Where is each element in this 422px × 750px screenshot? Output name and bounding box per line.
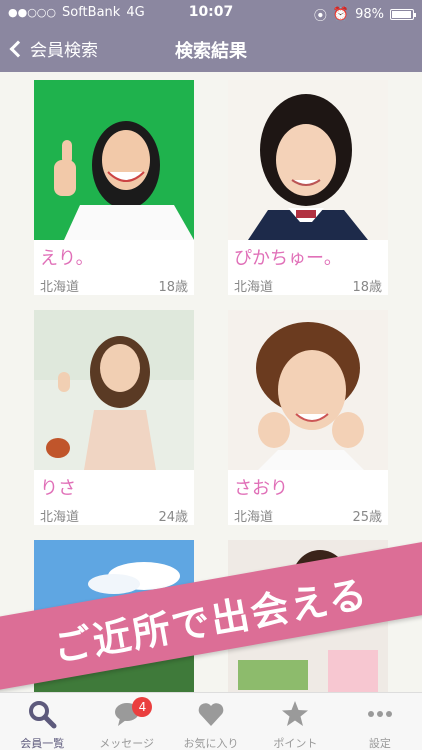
alarm-icon: ⏰ <box>332 7 350 22</box>
heart-icon <box>198 703 224 726</box>
member-photo <box>228 80 388 240</box>
member-name: さおり <box>234 478 288 499</box>
member-name: りさ <box>40 478 76 499</box>
tab-label: 会員一覧 <box>20 737 65 750</box>
member-prefecture: 北海道 <box>40 510 80 525</box>
member-age: 18歳 <box>158 280 188 295</box>
member-photo <box>34 80 194 240</box>
header: ●●○○○ SoftBank 4G 10:07 ⦿ ⏰ 98% 会員検索 検索結… <box>0 0 422 72</box>
search-icon <box>29 701 57 729</box>
member-card[interactable]: えり。 北海道 18歳 <box>34 80 194 295</box>
battery-icon <box>390 9 416 20</box>
status-bar: ●●○○○ SoftBank 4G 10:07 ⦿ ⏰ 98% <box>0 0 422 26</box>
member-card[interactable]: ぴかちゅー。 北海道 18歳 <box>228 80 388 295</box>
member-photo <box>228 310 388 470</box>
page-title: 検索結果 <box>175 41 247 62</box>
member-card[interactable]: りさ 北海道 24歳 <box>34 310 194 525</box>
tab-label: お気に入り <box>183 737 239 750</box>
member-name: ぴかちゅー。 <box>234 248 342 269</box>
member-age: 25歳 <box>352 510 382 525</box>
nav-bar: 会員検索 検索結果 <box>0 28 422 68</box>
tab-label: ポイント <box>273 737 318 750</box>
message-badge: 4 <box>132 697 153 717</box>
member-name: えり。 <box>40 248 94 269</box>
orientation-lock-icon: ⦿ <box>313 9 327 24</box>
tab-messages[interactable]: 4 メッセージ <box>84 693 168 750</box>
tab-bar: 会員一覧 4 メッセージ お気に入り ポイント 設定 <box>0 692 422 750</box>
tab-label: 設定 <box>368 737 391 750</box>
tab-settings[interactable]: 設定 <box>338 693 422 750</box>
member-card[interactable]: さおり 北海道 25歳 <box>228 310 388 525</box>
member-age: 18歳 <box>352 280 382 295</box>
star-icon <box>282 701 309 726</box>
member-prefecture: 北海道 <box>40 280 80 295</box>
member-prefecture: 北海道 <box>234 510 274 525</box>
more-icon <box>367 711 392 717</box>
member-prefecture: 北海道 <box>234 280 274 295</box>
tab-points[interactable]: ポイント <box>253 693 337 750</box>
member-age: 24歳 <box>158 510 188 525</box>
member-photo <box>34 310 194 470</box>
tab-member-list[interactable]: 会員一覧 <box>0 693 84 750</box>
tab-favorites[interactable]: お気に入り <box>169 693 253 750</box>
battery-percent: 98% <box>355 7 384 22</box>
tab-label: メッセージ <box>99 737 154 750</box>
